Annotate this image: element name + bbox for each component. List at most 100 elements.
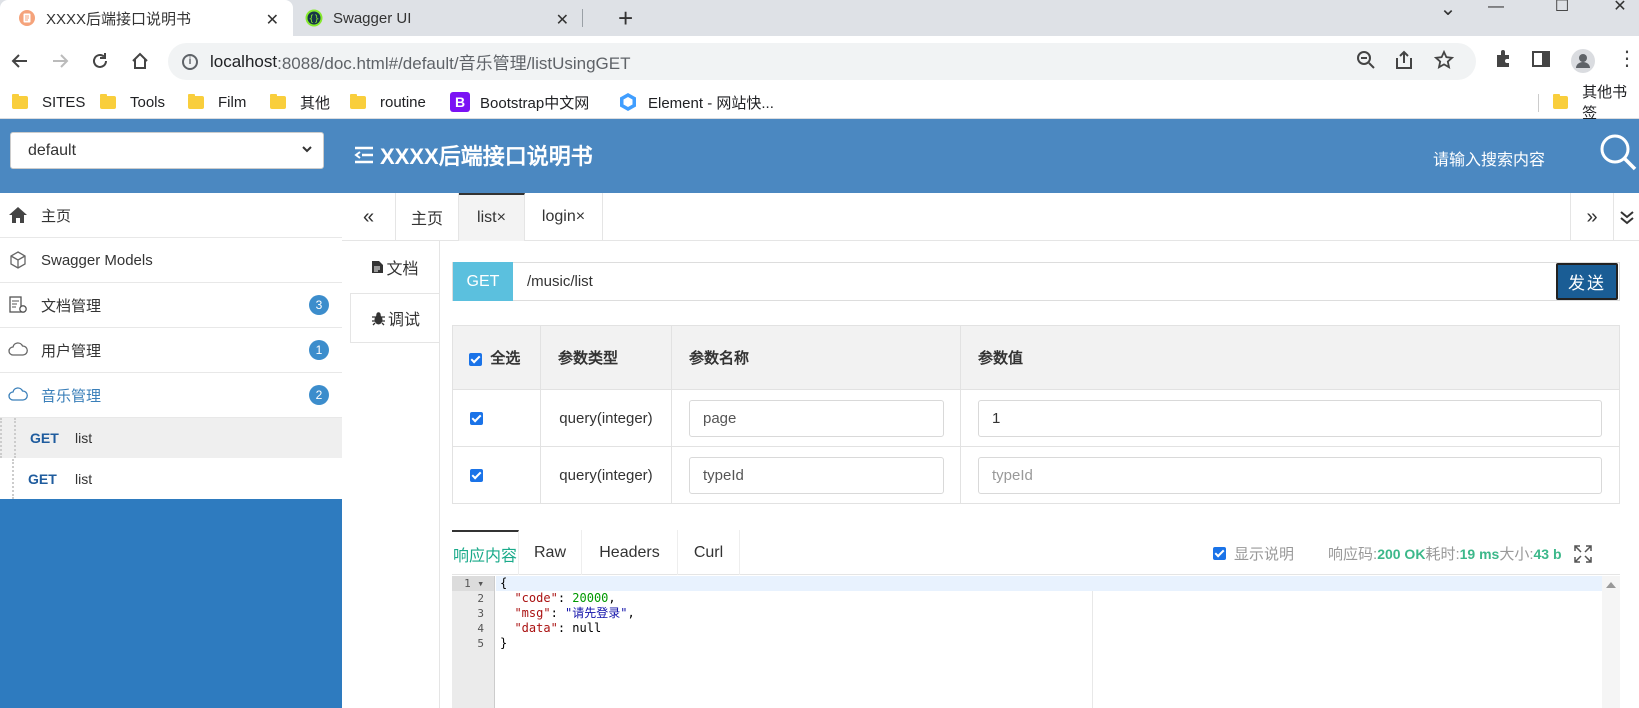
response-editor[interactable]: 1 ▾ 2 3 4 5 { "code": 20000, "msg": "请先登… [452,576,1620,708]
send-button[interactable]: 发送 [1556,263,1618,300]
request-bar: GET /music/list [452,262,1620,301]
code-line: { [500,576,508,590]
cube-icon [8,250,28,270]
tab-home[interactable]: 主页 [396,193,459,241]
tabs-next-button[interactable]: » [1570,193,1614,241]
doc-debug-tabs: 文档 调试 [350,241,440,343]
folder-icon [350,93,366,109]
table-row: query(integer) typeId typeId [452,446,1620,504]
zoom-icon[interactable] [1356,50,1378,72]
api-label: list [75,471,93,487]
fullscreen-icon[interactable] [1573,544,1592,563]
browser-tab-docs[interactable]: XXXX后端接口说明书 ✕ [0,0,293,36]
minimize-button[interactable]: — [1476,0,1516,18]
extensions-icon[interactable] [1493,48,1519,74]
bookmark-sites[interactable]: SITES [12,90,85,114]
tab-login[interactable]: login× [525,193,603,241]
bookmark-element[interactable]: Element - 网站快... [618,90,774,114]
bookmark-bootstrap[interactable]: B Bootstrap中文网 [450,90,589,114]
close-icon[interactable]: ✕ [266,10,279,30]
sidebar-item-music-management[interactable]: 音乐管理 2 [0,373,342,418]
bookmark-label: Film [218,93,247,111]
sidebar-item-label: 用户管理 [41,342,102,360]
response-json: { "code": 20000, "msg": "请先登录", "data": … [500,576,635,651]
code-line: "data": null [514,621,602,635]
tabs-more-button[interactable] [1614,193,1639,241]
tab-curl[interactable]: Curl [678,530,740,575]
arrow-left-icon [11,54,27,68]
time-label: 耗时: [1425,546,1460,563]
row-checkbox[interactable] [470,412,483,426]
tab-search-button[interactable]: ⌄ [1428,0,1468,20]
bookmark-label: 其他书签 [1582,84,1628,122]
share-icon[interactable] [1394,50,1416,72]
address-bar[interactable]: i localhost:8088/doc.html#/default/音乐管理/… [168,43,1476,80]
search-input[interactable]: 请输入搜索内容 [1433,146,1545,170]
window-close-button[interactable]: ✕ [1600,0,1639,16]
tab-doc[interactable]: 文档 [350,241,440,293]
browser-tab-swagger[interactable]: {} Swagger UI ✕ [293,0,583,36]
home-outline-icon [132,52,148,69]
tab-raw[interactable]: Raw [519,530,582,575]
show-desc-checkbox[interactable] [1213,547,1226,560]
sidebar-api-list[interactable]: GET list [12,459,342,499]
star-icon[interactable] [1434,50,1456,72]
arrow-right-icon [53,54,69,68]
new-tab-button[interactable]: + [618,4,633,32]
request-url-input[interactable]: /music/list [513,273,593,290]
browser-tab-title: XXXX后端接口说明书 [46,10,192,28]
tab-debug[interactable]: 调试 [350,293,440,343]
maximize-button[interactable]: ☐ [1542,0,1582,16]
sidebar-item-swagger-models[interactable]: Swagger Models [0,238,342,283]
line-number: 2 [477,592,484,605]
divider [439,241,440,708]
tabs-prev-button[interactable]: « [342,193,396,241]
param-value-input[interactable]: 1 [978,399,1602,437]
reload-button[interactable] [87,48,113,74]
home-button[interactable] [127,48,153,74]
close-icon[interactable]: ✕ [556,10,569,30]
tab-doc-label: 文档 [386,261,419,278]
forward-button[interactable] [47,48,73,74]
search-icon[interactable] [1598,132,1638,172]
browser-menu-icon[interactable]: ⋮ [1614,48,1639,74]
table-row: query(integer) page 1 [452,389,1620,447]
sidebar-item-label: 主页 [41,207,72,225]
row-checkbox[interactable] [470,469,483,483]
param-name-input[interactable]: typeId [689,456,944,494]
bookmarks-bar: SITES Tools Film 其他 routine B Bootstrap中… [0,84,1639,122]
sidebar-item-home[interactable]: 主页 [0,193,342,238]
param-name-input[interactable]: page [689,399,944,437]
bookmark-tools[interactable]: Tools [100,90,165,114]
tab-response-content[interactable]: 响应内容 [452,530,519,575]
bookmark-film[interactable]: Film [188,90,246,114]
param-value-input[interactable]: typeId [978,456,1602,494]
back-button[interactable] [7,48,33,74]
select-all-header[interactable]: 全选 [452,325,541,390]
time-value: 19 ms [1459,545,1500,562]
sidepanel-icon[interactable] [1530,48,1556,74]
api-label: list [75,430,93,446]
profile-avatar-icon[interactable] [1570,48,1596,74]
checkbox-checked-icon[interactable] [469,352,482,366]
bookmark-other-bookmarks[interactable]: 其他书签 [1553,84,1639,122]
menu-fold-icon[interactable] [354,146,374,164]
double-chevron-down-icon [1619,211,1634,225]
sidebar-api-list-active[interactable]: GET list [0,418,342,458]
sidebar-item-user-management[interactable]: 用户管理 1 [0,328,342,373]
sidebar-item-doc-management[interactable]: 文档管理 3 [0,283,342,328]
info-icon[interactable]: i [182,53,198,70]
folder-icon [270,93,286,109]
document-icon [18,9,36,27]
size-label: 大小: [1499,546,1534,563]
tab-list[interactable]: list× [459,193,525,241]
status-value: 200 OK [1377,545,1426,562]
tab-headers[interactable]: Headers [582,530,678,575]
editor-scrollbar[interactable] [1602,576,1620,708]
bookmark-other-folder[interactable]: 其他 [270,90,330,114]
bookmark-label: SITES [42,93,86,111]
bookmark-routine[interactable]: routine [350,90,426,114]
count-badge: 1 [309,340,329,360]
group-select[interactable]: default [10,132,324,169]
address-row: i localhost:8088/doc.html#/default/音乐管理/… [0,36,1639,86]
